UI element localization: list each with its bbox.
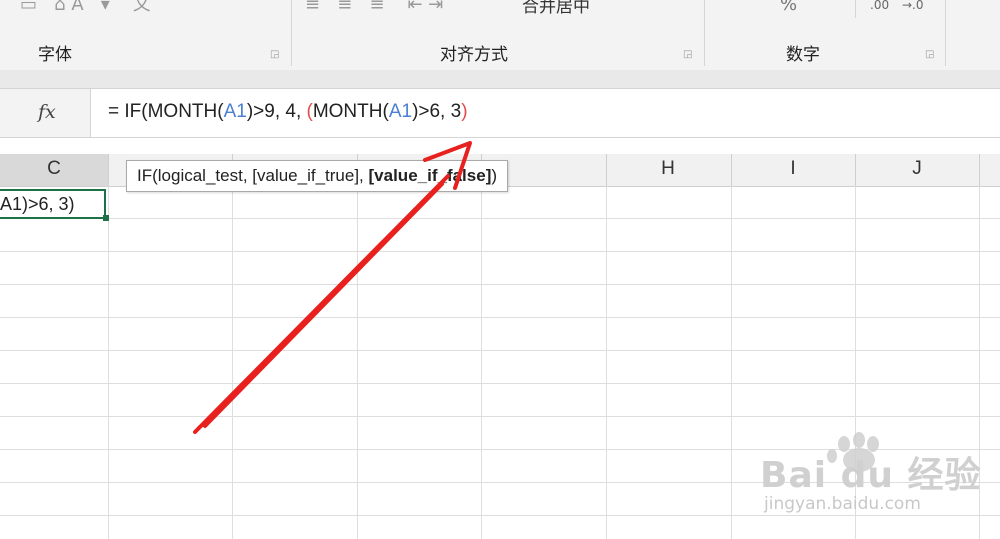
ribbon-separator — [945, 0, 946, 66]
grid-vline — [731, 186, 732, 539]
percent-button[interactable]: % — [780, 0, 797, 15]
number-group-label: 数字 — [786, 45, 820, 65]
ribbon-separator — [291, 0, 292, 66]
grid-hline — [0, 284, 1000, 285]
formula-part: )>9, 4, — [246, 101, 307, 122]
grid-hline — [0, 350, 1000, 351]
grid-hline — [0, 383, 1000, 384]
watermark-url: jingyan.baidu.com — [764, 494, 921, 514]
grid-hline — [0, 317, 1000, 318]
tooltip-close: ) — [491, 166, 498, 185]
active-cell[interactable] — [0, 189, 106, 219]
decrease-decimal-button[interactable]: →.0 — [902, 0, 924, 12]
formula-input[interactable]: = IF(MONTH(A1)>9, 4, (MONTH(A1)>6, 3) — [108, 101, 468, 123]
formula-paren: ) — [461, 101, 468, 122]
column-header-j[interactable]: J — [855, 158, 979, 180]
watermark-brand: Bai du 经验 — [760, 455, 982, 496]
ribbon: ▭ ⌂ A ▾ 文 ≡ ≡ ≡ ⇤ ⇥ 合并居中 % .00 →.0 字体 ◲ … — [0, 0, 1000, 71]
ribbon-collapse-band — [0, 70, 1000, 88]
increase-decimal-button[interactable]: .00 — [870, 0, 889, 12]
font-group-label: 字体 — [38, 45, 72, 65]
column-header-h[interactable]: H — [606, 158, 730, 180]
column-divider[interactable] — [108, 154, 109, 186]
column-divider[interactable] — [606, 154, 607, 186]
column-divider[interactable] — [731, 154, 732, 186]
column-divider[interactable] — [979, 154, 980, 186]
grid-vline — [481, 186, 482, 539]
column-header-c[interactable]: C — [0, 158, 108, 180]
name-box-area: fx — [0, 89, 91, 137]
formula-ref: A1 — [388, 101, 413, 122]
alignment-group-label: 对齐方式 — [440, 45, 508, 65]
grid-vline — [108, 186, 109, 539]
number-dialog-launcher-icon[interactable]: ◲ — [925, 50, 935, 60]
font-tools-icons[interactable]: ▭ ⌂ A ▾ 文 — [20, 0, 260, 14]
tooltip-current-arg: [value_if_false] — [368, 166, 492, 185]
grid-vline — [606, 186, 607, 539]
insert-function-icon[interactable]: fx — [38, 101, 56, 123]
ribbon-separator — [704, 0, 705, 66]
function-signature-tooltip: IF(logical_test, [value_if_true], [value… — [126, 160, 509, 192]
formula-part: MONTH( — [312, 101, 389, 122]
formula-part: = IF(MONTH( — [108, 101, 224, 122]
formula-ref: A1 — [223, 101, 247, 122]
fill-handle[interactable] — [103, 215, 109, 221]
alignment-dialog-launcher-icon[interactable]: ◲ — [683, 50, 693, 60]
grid-vline — [232, 186, 233, 539]
formula-part: )>6, 3 — [412, 101, 462, 122]
grid-hline — [0, 218, 1000, 219]
ribbon-separator — [855, 0, 856, 18]
align-icons[interactable]: ≡ ≡ ≡ ⇤ ⇥ — [305, 0, 515, 14]
grid-hline — [0, 251, 1000, 252]
column-header-i[interactable]: I — [731, 158, 855, 180]
merge-center-button[interactable]: 合并居中 — [522, 0, 590, 17]
grid-vline — [357, 186, 358, 539]
formula-bar: fx = IF(MONTH(A1)>9, 4, (MONTH(A1)>6, 3) — [0, 88, 1000, 138]
column-divider[interactable] — [855, 154, 856, 186]
baidu-watermark: Bai du 经验 jingyan.baidu.com — [760, 430, 990, 530]
font-dialog-launcher-icon[interactable]: ◲ — [270, 50, 280, 60]
grid-hline — [0, 416, 1000, 417]
tooltip-args: IF(logical_test, [value_if_true], — [137, 166, 369, 185]
